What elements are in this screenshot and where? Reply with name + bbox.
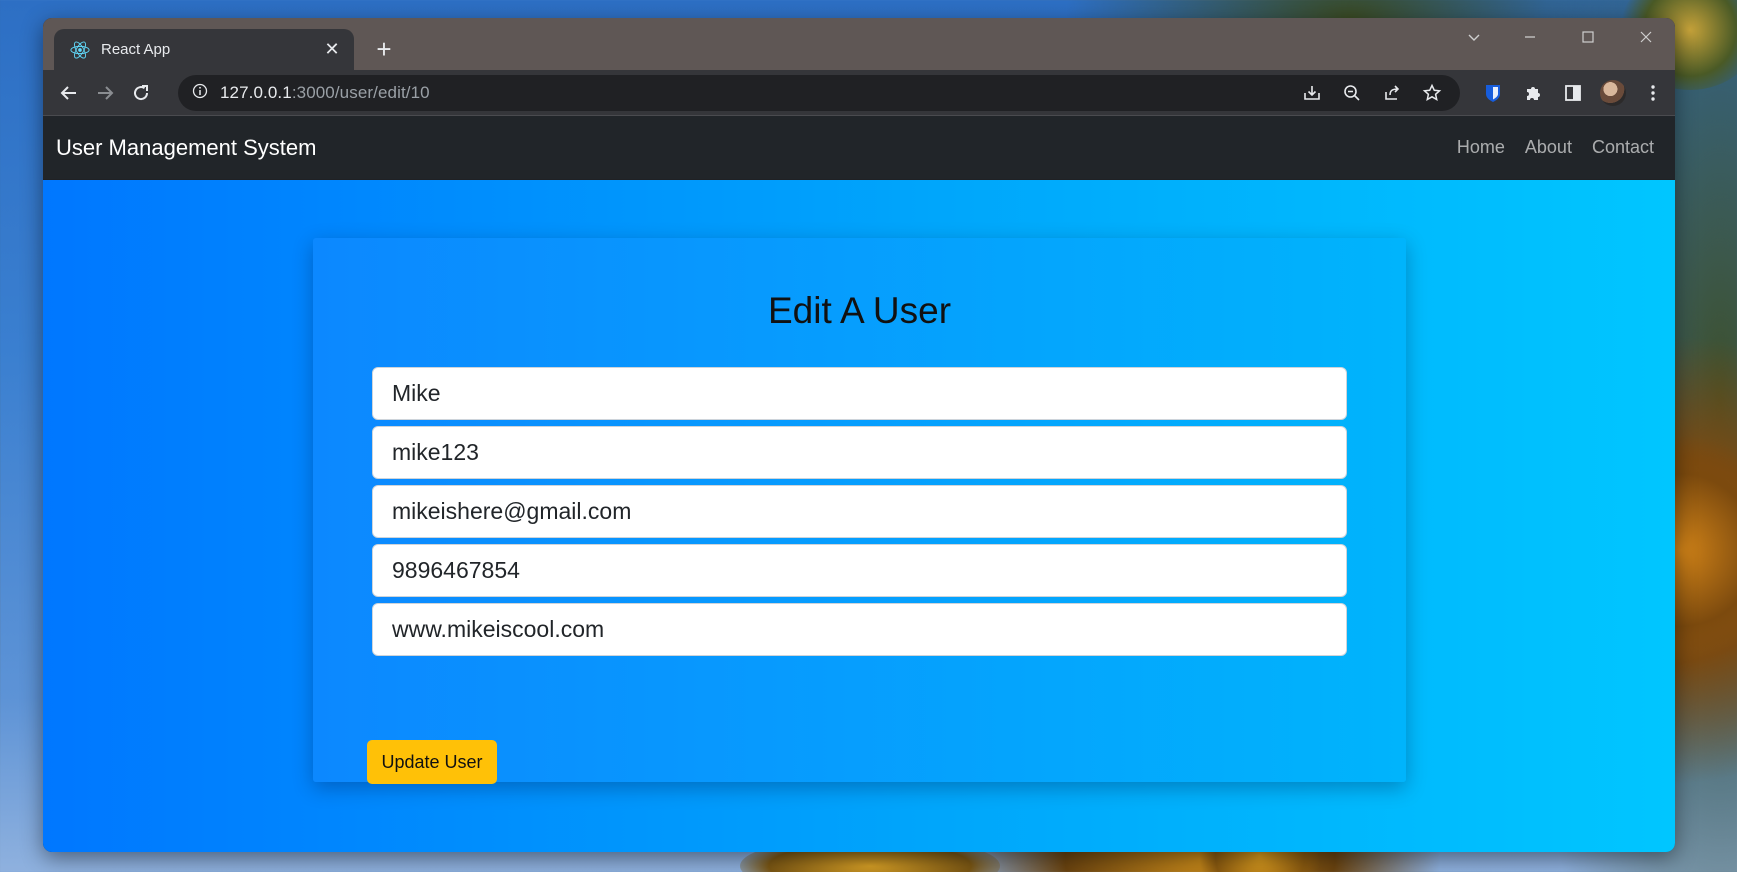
- website-field[interactable]: [372, 603, 1347, 656]
- browser-menu-icon[interactable]: [1635, 75, 1671, 111]
- extensions-puzzle-icon[interactable]: [1515, 75, 1551, 111]
- close-window-icon[interactable]: [1632, 30, 1660, 49]
- tab-title: React App: [101, 41, 171, 58]
- nav-link-contact[interactable]: Contact: [1592, 137, 1654, 158]
- navbar-brand[interactable]: User Management System: [56, 135, 1457, 161]
- tab-search-icon[interactable]: [1460, 30, 1488, 49]
- zoom-out-icon[interactable]: [1334, 75, 1370, 111]
- site-info-icon[interactable]: [192, 83, 208, 104]
- phone-field[interactable]: [372, 544, 1347, 597]
- page-content: Edit A User Update User: [43, 180, 1675, 852]
- url-path: :3000/user/edit/10: [291, 83, 430, 102]
- url-text: 127.0.0.1:3000/user/edit/10: [220, 83, 430, 103]
- minimize-icon[interactable]: [1516, 30, 1544, 49]
- install-app-icon[interactable]: [1294, 75, 1330, 111]
- back-arrow-icon[interactable]: [51, 75, 87, 111]
- app-navbar: User Management System Home About Contac…: [43, 116, 1675, 179]
- bitwarden-extension-icon[interactable]: [1475, 75, 1511, 111]
- side-panel-icon[interactable]: [1555, 75, 1591, 111]
- forward-arrow-icon[interactable]: [87, 75, 123, 111]
- react-logo-icon: [69, 39, 91, 61]
- reload-icon[interactable]: [123, 75, 159, 111]
- url-host: 127.0.0.1: [220, 83, 292, 102]
- page-title: Edit A User: [767, 290, 952, 331]
- maximize-icon[interactable]: [1574, 30, 1602, 49]
- nav-link-about[interactable]: About: [1525, 137, 1572, 158]
- profile-avatar[interactable]: [1595, 75, 1631, 111]
- edit-user-card: Edit A User Update User: [313, 238, 1406, 784]
- new-tab-icon[interactable]: +: [369, 34, 399, 64]
- tab-close-icon[interactable]: ✕: [322, 39, 342, 60]
- browser-toolbar: 127.0.0.1:3000/user/edit/10: [43, 70, 1675, 116]
- address-bar[interactable]: 127.0.0.1:3000/user/edit/10: [178, 75, 1460, 111]
- username-field[interactable]: [372, 426, 1347, 479]
- name-field[interactable]: [372, 367, 1347, 420]
- nav-links: Home About Contact: [1457, 137, 1654, 158]
- email-field[interactable]: [372, 485, 1347, 538]
- browser-window: React App ✕ + 127.0.0.1:3000/user/edit/1…: [43, 18, 1675, 852]
- nav-link-home[interactable]: Home: [1457, 137, 1505, 158]
- share-icon[interactable]: [1374, 75, 1410, 111]
- update-user-button[interactable]: Update User: [367, 740, 497, 784]
- tab-strip: React App ✕ +: [43, 18, 1675, 70]
- bookmark-star-icon[interactable]: [1414, 75, 1450, 111]
- browser-tab[interactable]: React App ✕: [54, 29, 354, 70]
